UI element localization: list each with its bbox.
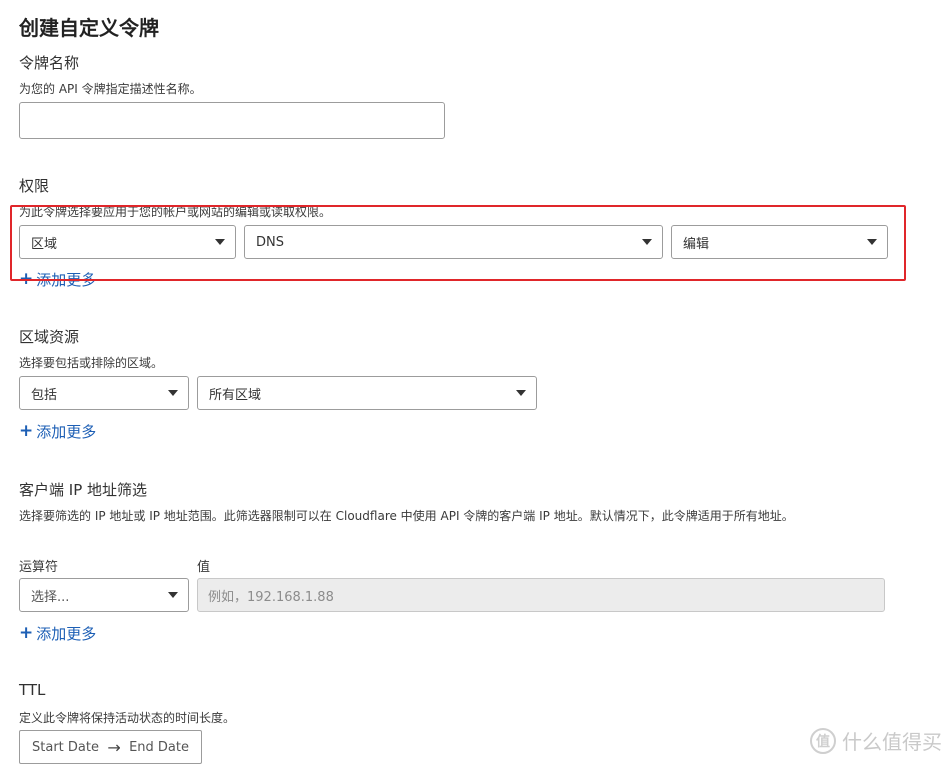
plus-icon: +	[19, 421, 34, 441]
operator-select[interactable]: 选择...	[19, 578, 189, 612]
zones-select-value: 所有区域	[209, 387, 262, 403]
ip-value-placeholder: 例如，192.168.1.88	[208, 589, 334, 605]
start-date-field[interactable]: Start Date	[32, 740, 99, 755]
ip-filter-title: 客户端 IP 地址筛选	[19, 481, 148, 499]
arrow-right-icon: →	[107, 737, 121, 757]
zone-include-value: 包括	[31, 387, 58, 403]
zone-include-select[interactable]: 包括	[19, 376, 189, 410]
zone-resources-title: 区域资源	[19, 328, 80, 346]
zone-add-more-label: 添加更多	[36, 423, 97, 441]
end-date-field[interactable]: End Date	[129, 740, 189, 755]
ttl-title: TTL	[19, 681, 46, 699]
watermark-logo: 值	[810, 727, 836, 754]
operator-label: 运算符	[19, 560, 59, 575]
zone-resources-description: 选择要包括或排除的区域。	[19, 356, 164, 370]
plus-icon: +	[19, 623, 34, 643]
chevron-down-icon	[168, 390, 178, 396]
ip-add-more-link[interactable]: + 添加更多	[19, 623, 96, 644]
chevron-down-icon	[168, 592, 178, 598]
ip-filter-description: 选择要筛选的 IP 地址或 IP 地址范围。此筛选器限制可以在 Cloudfla…	[19, 509, 794, 523]
token-name-input[interactable]	[19, 102, 445, 139]
zone-add-more-link[interactable]: + 添加更多	[19, 421, 96, 442]
permissions-title: 权限	[19, 177, 50, 195]
operator-select-value: 选择...	[31, 589, 70, 605]
zones-select[interactable]: 所有区域	[197, 376, 537, 410]
value-label: 值	[197, 560, 211, 575]
token-name-title: 令牌名称	[19, 54, 80, 72]
ttl-description: 定义此令牌将保持活动状态的时间长度。	[19, 711, 236, 725]
watermark: 值 什么值得买	[810, 726, 942, 755]
watermark-text: 什么值得买	[842, 730, 942, 754]
highlight-annotation-box	[10, 205, 906, 281]
chevron-down-icon	[516, 390, 526, 396]
page-title: 创建自定义令牌	[19, 16, 159, 40]
ttl-date-range-picker[interactable]: Start Date → End Date	[19, 730, 202, 764]
ip-add-more-label: 添加更多	[36, 625, 97, 643]
token-name-description: 为您的 API 令牌指定描述性名称。	[19, 82, 202, 96]
ip-value-input[interactable]: 例如，192.168.1.88	[197, 578, 885, 612]
